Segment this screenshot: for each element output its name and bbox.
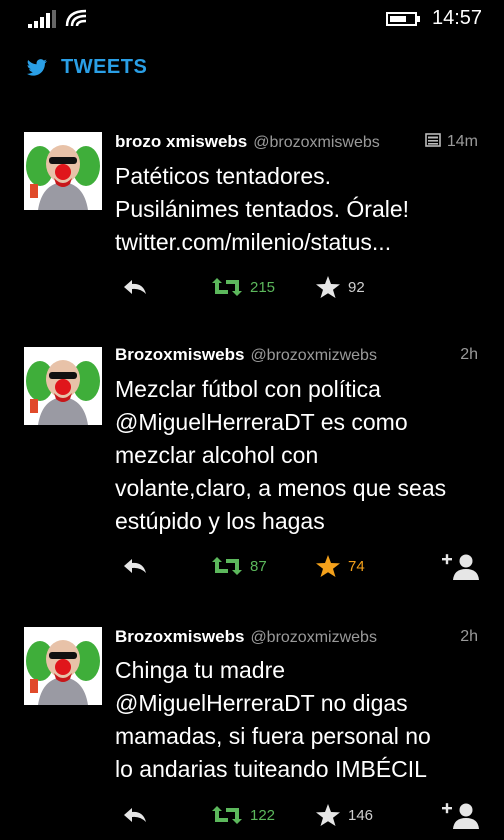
author-handle: @brozoxmizwebs [250,347,377,364]
tweet-author[interactable]: Brozoxmiswebs @brozoxmizwebs [115,627,377,647]
media-attachment-icon [425,133,441,147]
reply-icon [124,559,146,573]
tweet-text: Patéticos tentadores. Pusilánimes tentad… [115,160,485,259]
tweet-author[interactable]: Brozoxmiswebs @brozoxmizwebs [115,345,377,365]
tweet-text-line: volante,claro, a menos que seas [115,475,447,501]
retweet-button[interactable]: 87 [212,551,267,581]
retweet-icon [212,278,242,296]
reply-button[interactable] [122,800,148,830]
tweet-actions: 215 92 [0,272,504,302]
star-icon [316,804,340,826]
favorite-button[interactable]: 92 [316,272,365,302]
tweet-text-line: estúpido y los hagas [115,508,325,534]
author-name: brozo xmiswebs [115,132,248,151]
tweet-time: 2h [460,628,478,645]
tweet-text-line: Pusilánimes tentados. Órale! [115,196,410,222]
author-name: Brozoxmiswebs [115,345,245,364]
tweet-link[interactable]: twitter.com/milenio/status... [115,226,485,259]
retweet-count: 87 [250,557,267,575]
retweet-icon [212,557,242,575]
favorite-button[interactable]: 74 [316,551,365,581]
signal-strength-icon [28,10,56,28]
reply-icon [124,808,146,822]
tweet-text-line: Patéticos tentadores. [115,163,332,189]
tweet-text: Chinga tu madre @MiguelHerreraDT no diga… [115,654,485,786]
add-user-icon [442,554,479,580]
tweet-text-line: Mezclar fútbol con política [115,376,381,402]
tweet-meta: 2h [460,628,478,646]
clock: 14:57 [432,7,483,29]
avatar[interactable] [24,627,102,705]
retweet-count: 215 [250,278,276,296]
page-title[interactable]: TWEETS [61,56,147,79]
favorite-count: 74 [348,557,365,575]
tweet-time: 2h [460,346,478,363]
twitter-bird-icon [26,59,47,76]
tweet-text-line: mezclar alcohol con [115,442,319,468]
retweet-icon [212,806,242,824]
favorite-button[interactable]: 146 [316,800,373,830]
tweet-meta: 2h [460,346,478,364]
retweet-button[interactable]: 122 [212,800,275,830]
retweet-count: 122 [250,806,276,824]
author-name: Brozoxmiswebs [115,627,245,646]
favorite-count: 146 [348,806,374,824]
wifi-icon [65,9,87,27]
status-bar: 14:57 [0,0,504,38]
retweet-button[interactable]: 215 [212,272,275,302]
star-icon [316,555,340,577]
tweet-time: 14m [446,133,478,150]
favorite-count: 92 [348,278,365,296]
star-icon [316,276,340,298]
tweet-text-line: mamadas, si fuera personal no [115,723,431,749]
author-handle: @brozoxmiswebs [253,134,380,151]
tweet-text-line: lo andarias tuiteando IMBÉCIL [115,756,427,782]
tweet-mention[interactable]: @MiguelHerreraDT no digas [115,687,485,720]
tweet-mention[interactable]: @MiguelHerreraDT es como [115,406,485,439]
avatar[interactable] [24,347,102,425]
reply-button[interactable] [122,551,148,581]
reply-button[interactable] [122,272,148,302]
follow-button[interactable] [442,800,480,830]
battery-icon [386,12,420,26]
avatar[interactable] [24,132,102,210]
follow-button[interactable] [442,551,480,581]
tweet-meta: 14m [425,133,478,151]
tweet-actions: 87 74 [0,551,504,581]
tweet-actions: 122 146 [0,800,504,830]
add-user-icon [442,803,479,829]
reply-icon [124,280,146,294]
tweet-text-line: Chinga tu madre [115,657,286,683]
tweet-text: Mezclar fútbol con política @MiguelHerre… [115,373,485,538]
tweet-author[interactable]: brozo xmiswebs @brozoxmiswebs [115,132,380,152]
author-handle: @brozoxmizwebs [250,629,377,646]
